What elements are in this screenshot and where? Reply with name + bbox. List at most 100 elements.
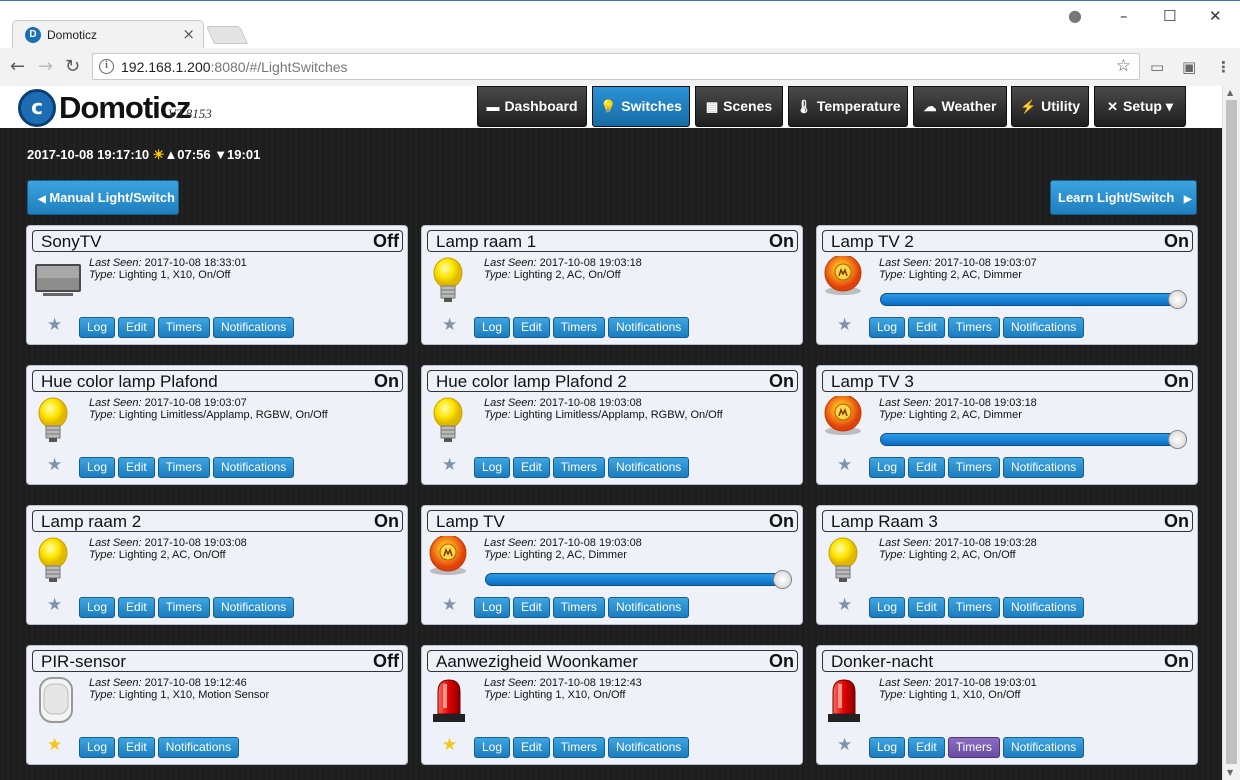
device-status-toggle[interactable]: On	[1164, 371, 1189, 392]
dimmer-slider[interactable]	[485, 570, 792, 589]
favorite-star-icon[interactable]: ★	[837, 315, 852, 335]
notifications-button[interactable]: Notifications	[212, 457, 295, 478]
nav-tab-scenes[interactable]: ▦ Scenes	[695, 86, 783, 127]
log-button[interactable]: Log	[869, 737, 906, 758]
edit-button[interactable]: Edit	[118, 457, 155, 478]
favorite-star-icon[interactable]: ★	[442, 595, 457, 615]
extension-icon[interactable]: ▣	[1182, 58, 1196, 76]
edit-button[interactable]: Edit	[118, 317, 155, 338]
bulb-icon[interactable]	[823, 536, 873, 588]
device-status-toggle[interactable]: On	[769, 651, 794, 672]
favorite-star-icon[interactable]: ★	[837, 595, 852, 615]
device-status-toggle[interactable]: On	[769, 231, 794, 252]
dimmer-slider[interactable]	[880, 430, 1187, 449]
edit-button[interactable]: Edit	[513, 597, 550, 618]
favorite-star-icon[interactable]: ★	[442, 735, 457, 755]
site-info-icon[interactable]: i	[99, 59, 114, 74]
edit-button[interactable]: Edit	[513, 457, 550, 478]
manual-light-switch-button[interactable]: ◀ Manual Light/Switch	[27, 180, 179, 215]
edit-button[interactable]: Edit	[908, 457, 945, 478]
edit-button[interactable]: Edit	[908, 737, 945, 758]
favorite-star-icon[interactable]: ★	[442, 315, 457, 335]
notifications-button[interactable]: Notifications	[607, 317, 690, 338]
timers-button[interactable]: Timers	[947, 457, 1000, 478]
timers-button[interactable]: Timers	[947, 317, 1000, 338]
menu-icon[interactable]: ⋮	[1216, 58, 1231, 76]
log-button[interactable]: Log	[79, 597, 116, 618]
edit-button[interactable]: Edit	[118, 597, 155, 618]
nav-tab-setup[interactable]: ✕ Setup ▾	[1094, 86, 1186, 127]
nav-tab-weather[interactable]: ☁ Weather	[913, 86, 1007, 127]
nav-tab-dashboard[interactable]: ▬ Dashboard	[477, 86, 587, 127]
favorite-star-icon[interactable]: ★	[47, 735, 62, 755]
favorite-star-icon[interactable]: ★	[47, 315, 62, 335]
favorite-star-icon[interactable]: ★	[442, 455, 457, 475]
edit-button[interactable]: Edit	[513, 737, 550, 758]
back-icon[interactable]: ←	[10, 56, 25, 77]
close-window-icon[interactable]: ✕	[1209, 7, 1222, 25]
favorite-star-icon[interactable]: ★	[47, 595, 62, 615]
close-tab-icon[interactable]: ×	[182, 25, 195, 43]
timers-button[interactable]: Timers	[552, 597, 605, 618]
nav-tab-utility[interactable]: ⚡ Utility	[1011, 86, 1089, 127]
slider-knob[interactable]	[1168, 290, 1187, 309]
notifications-button[interactable]: Notifications	[212, 597, 295, 618]
timers-button[interactable]: Timers	[552, 317, 605, 338]
cast-icon[interactable]: ▭	[1150, 58, 1164, 76]
timers-button[interactable]: Timers	[157, 597, 210, 618]
log-button[interactable]: Log	[474, 317, 511, 338]
timers-button[interactable]: Timers	[552, 737, 605, 758]
device-status-toggle[interactable]: On	[769, 371, 794, 392]
log-button[interactable]: Log	[79, 737, 116, 758]
notifications-button[interactable]: Notifications	[607, 597, 690, 618]
log-button[interactable]: Log	[869, 457, 906, 478]
edit-button[interactable]: Edit	[908, 317, 945, 338]
scroll-down-icon[interactable]: ▼	[1227, 768, 1233, 777]
scrollbar-thumb[interactable]	[1226, 100, 1237, 764]
nav-tab-temperature[interactable]: 🌡 Temperature	[788, 86, 908, 127]
slider-knob[interactable]	[773, 570, 792, 589]
new-tab-button[interactable]	[205, 26, 249, 44]
notifications-button[interactable]: Notifications	[1002, 597, 1085, 618]
bulb-icon[interactable]	[33, 536, 83, 588]
notifications-button[interactable]: Notifications	[607, 457, 690, 478]
profile-icon[interactable]: ●	[1068, 6, 1082, 25]
edit-button[interactable]: Edit	[908, 597, 945, 618]
timers-button[interactable]: Timers	[552, 457, 605, 478]
slider-knob[interactable]	[1168, 430, 1187, 449]
edit-button[interactable]: Edit	[118, 737, 155, 758]
device-status-toggle[interactable]: Off	[373, 231, 399, 252]
tv-icon[interactable]	[33, 256, 83, 308]
siren-icon[interactable]	[823, 676, 873, 728]
dimmer-bulb-icon[interactable]	[823, 254, 873, 308]
device-status-toggle[interactable]: On	[374, 511, 399, 532]
edit-button[interactable]: Edit	[513, 317, 550, 338]
siren-icon[interactable]	[428, 676, 478, 728]
log-button[interactable]: Log	[79, 457, 116, 478]
log-button[interactable]: Log	[869, 317, 906, 338]
device-status-toggle[interactable]: On	[1164, 511, 1189, 532]
log-button[interactable]: Log	[474, 597, 511, 618]
forward-icon[interactable]: →	[38, 56, 53, 77]
favorite-star-icon[interactable]: ★	[47, 455, 62, 475]
timers-button[interactable]: Timers	[157, 457, 210, 478]
device-status-toggle[interactable]: On	[1164, 651, 1189, 672]
log-button[interactable]: Log	[79, 317, 116, 338]
vertical-scrollbar[interactable]: ▲ ▼	[1222, 86, 1240, 780]
url-input[interactable]: i 192.168.1.200:8080/#/LightSwitches ☆	[92, 53, 1140, 80]
device-status-toggle[interactable]: On	[374, 371, 399, 392]
bulb-icon[interactable]	[428, 256, 478, 308]
dimmer-bulb-icon[interactable]	[823, 394, 873, 448]
timers-button[interactable]: Timers	[947, 737, 1000, 758]
device-status-toggle[interactable]: On	[769, 511, 794, 532]
notifications-button[interactable]: Notifications	[157, 737, 240, 758]
log-button[interactable]: Log	[474, 457, 511, 478]
device-status-toggle[interactable]: Off	[373, 651, 399, 672]
notifications-button[interactable]: Notifications	[1002, 457, 1085, 478]
notifications-button[interactable]: Notifications	[212, 317, 295, 338]
favorite-star-icon[interactable]: ★	[837, 735, 852, 755]
minimize-icon[interactable]: –	[1120, 7, 1128, 25]
bookmark-star-icon[interactable]: ☆	[1116, 56, 1131, 76]
notifications-button[interactable]: Notifications	[607, 737, 690, 758]
dimmer-slider[interactable]	[880, 290, 1187, 309]
